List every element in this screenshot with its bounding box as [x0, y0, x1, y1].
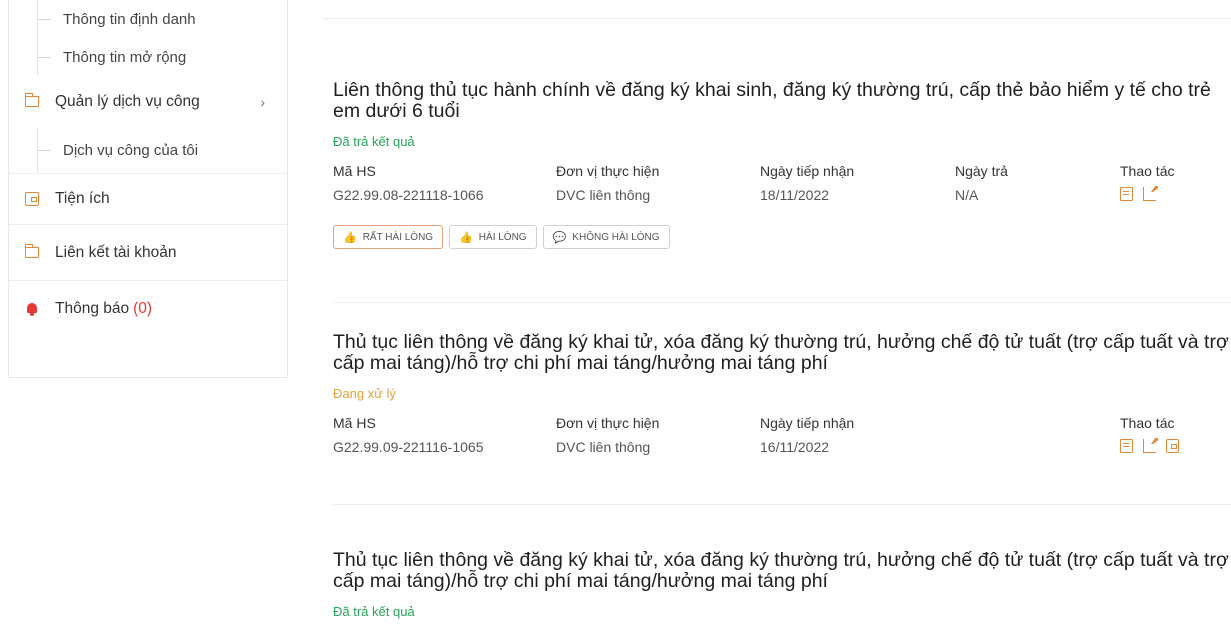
record-received-date: 16/11/2022: [760, 439, 830, 455]
wallet-icon: [25, 192, 39, 206]
sidebar-item-label: Thông tin định danh: [63, 10, 196, 28]
column-header: Đơn vị thực hiện: [556, 415, 660, 431]
record-code: G22.99.08-221118-1066: [333, 187, 484, 203]
record-details: Mã HS G22.99.09-221116-1065 Đơn vị thực …: [333, 415, 1231, 461]
sidebar-item-manage-public-services[interactable]: Quản lý dịch vụ công ›: [9, 76, 287, 127]
sidebar-item-linked-accounts[interactable]: Liên kết tài khoản: [9, 224, 287, 280]
record-title[interactable]: Liên thông thủ tục hành chính về đăng ký…: [333, 80, 1231, 122]
received-column: Ngày tiếp nhận 18/11/2022: [760, 163, 854, 203]
record-unit: DVC liên thông: [556, 187, 651, 203]
folder-icon: [24, 93, 39, 107]
payment-icon[interactable]: [1166, 439, 1179, 453]
very-satisfied-button[interactable]: 👍 RẤT HÀI LÒNG: [333, 225, 444, 249]
sidebar-item-label: Thông báo: [55, 299, 130, 317]
sidebar-item-label: Dịch vụ công của tôi: [63, 141, 199, 159]
code-column: Mã HS G22.99.08-221118-1066: [333, 163, 484, 203]
record-returned-date: N/A: [955, 187, 979, 203]
actions-column: Thao tác: [1120, 415, 1179, 453]
column-header: Mã HS: [333, 163, 376, 179]
notification-count: (0): [133, 299, 153, 317]
column-header: Đơn vị thực hiện: [556, 163, 660, 179]
chevron-right-icon: ›: [260, 93, 265, 110]
actions: [1120, 439, 1179, 453]
thumbs-up-icon: 👍: [459, 231, 473, 244]
divider: [333, 302, 1231, 303]
satisfied-button[interactable]: 👍 HÀI LÒNG: [449, 225, 537, 249]
record-card: Thủ tục liên thông về đăng ký khai tử, x…: [333, 332, 1231, 461]
column-header: Ngày trả: [955, 163, 1008, 179]
record-card: Thủ tục liên thông về đăng ký khai tử, x…: [333, 550, 1231, 620]
record-received-date: 18/11/2022: [760, 187, 830, 203]
sidebar-item-label: Thông tin mở rộng: [63, 48, 187, 66]
actions-column: Thao tác: [1120, 163, 1174, 201]
sidebar-item-label: Liên kết tài khoản: [55, 243, 177, 261]
unsatisfied-button[interactable]: 💬 KHÔNG HÀI LÒNG: [542, 225, 670, 249]
comment-icon: 💬: [552, 231, 567, 244]
record-unit: DVC liên thông: [556, 439, 651, 455]
column-header: Ngày tiếp nhận: [760, 415, 855, 431]
button-label: KHÔNG HÀI LÒNG: [572, 231, 660, 243]
record-code: G22.99.09-221116-1065: [333, 439, 484, 455]
sidebar-item-my-services[interactable]: Dịch vụ công của tôi: [9, 127, 287, 173]
rating-buttons: 👍 RẤT HÀI LÒNG 👍 HÀI LÒNG 💬 KHÔNG HÀI LÒ…: [333, 225, 1231, 249]
sidebar-item-notifications[interactable]: Thông báo (0): [9, 280, 287, 336]
folder-icon: [24, 244, 39, 258]
status-badge: Đã trả kết quả: [333, 134, 415, 149]
sidebar-item-label: Quản lý dịch vụ công: [55, 92, 200, 110]
sidebar-item-utilities[interactable]: Tiện ích: [9, 173, 287, 224]
divider: [323, 18, 1231, 19]
actions: [1120, 187, 1174, 201]
status-badge: Đã trả kết quả: [333, 604, 415, 619]
divider: [333, 504, 1231, 505]
record-title[interactable]: Thủ tục liên thông về đăng ký khai tử, x…: [333, 550, 1231, 592]
unit-column: Đơn vị thực hiện DVC liên thông: [556, 415, 659, 455]
record-details: Mã HS G22.99.08-221118-1066 Đơn vị thực …: [333, 163, 1231, 209]
record-title[interactable]: Thủ tục liên thông về đăng ký khai tử, x…: [333, 332, 1231, 374]
sidebar-item-extended-info[interactable]: Thông tin mở rộng: [9, 38, 287, 76]
record-card: Liên thông thủ tục hành chính về đăng ký…: [333, 80, 1231, 249]
unit-column: Đơn vị thực hiện DVC liên thông: [556, 163, 659, 203]
column-header: Thao tác: [1120, 415, 1175, 431]
document-icon[interactable]: [1120, 187, 1133, 201]
sidebar: Thông tin định danh Thông tin mở rộng Qu…: [8, 0, 288, 378]
sidebar-item-label: Tiện ích: [55, 190, 110, 207]
column-header: Mã HS: [333, 415, 376, 431]
button-label: HÀI LÒNG: [478, 231, 527, 243]
column-header: Thao tác: [1120, 163, 1175, 179]
thumbs-up-icon: 👍: [343, 231, 357, 244]
status-badge: Đang xử lý: [333, 386, 396, 401]
button-label: RẤT HÀI LÒNG: [362, 231, 434, 243]
share-icon[interactable]: [1143, 187, 1156, 201]
document-icon[interactable]: [1120, 439, 1133, 453]
share-icon[interactable]: [1143, 439, 1156, 453]
received-column: Ngày tiếp nhận 16/11/2022: [760, 415, 854, 455]
bell-icon: [25, 302, 39, 316]
code-column: Mã HS G22.99.09-221116-1065: [333, 415, 484, 455]
sidebar-item-identity-info[interactable]: Thông tin định danh: [9, 0, 287, 38]
returned-column: Ngày trả N/A: [955, 163, 1008, 203]
column-header: Ngày tiếp nhận: [760, 163, 855, 179]
